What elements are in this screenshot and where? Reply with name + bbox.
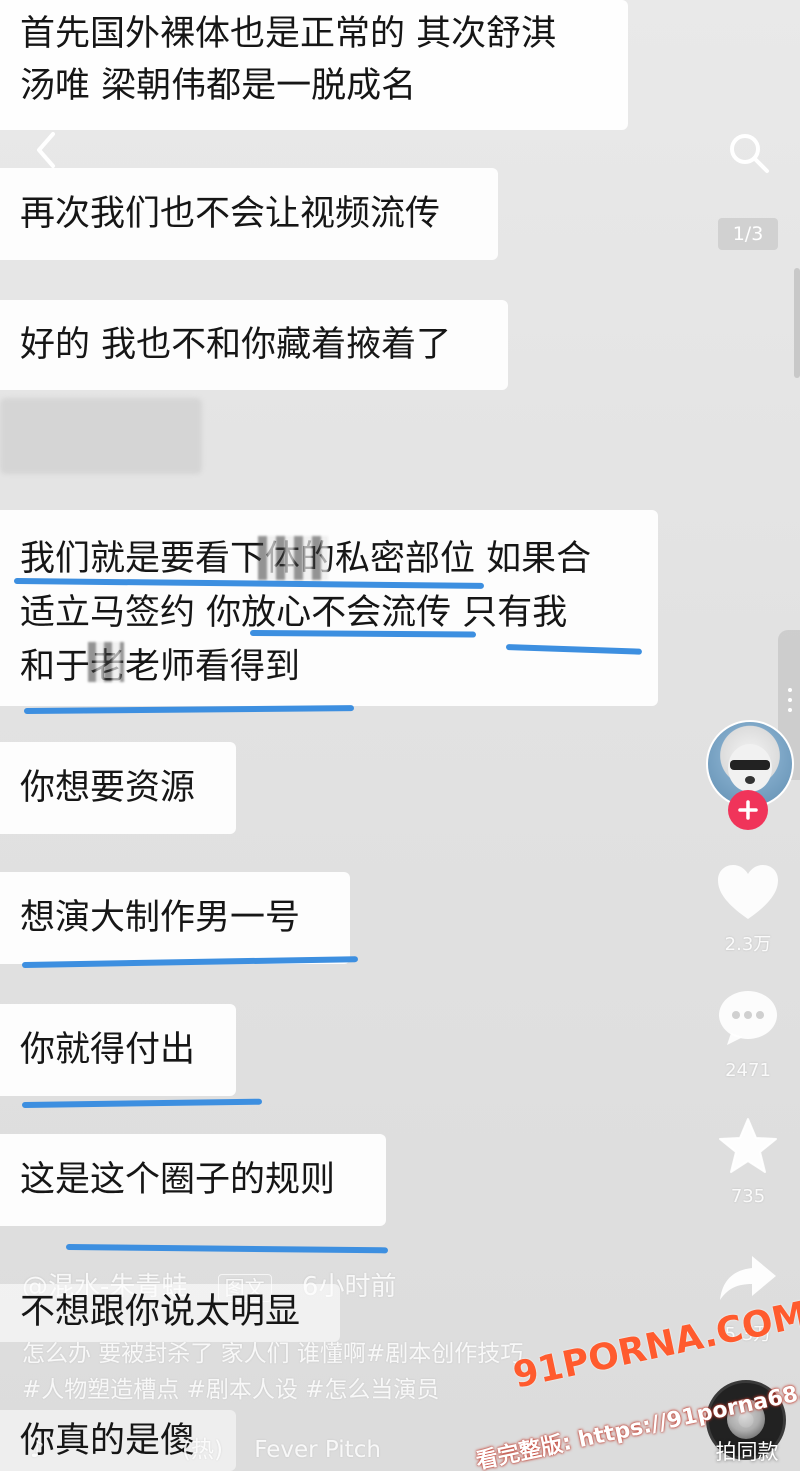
search-icon[interactable] xyxy=(722,126,776,180)
message-line: 这是这个圈子的规则 xyxy=(20,1160,336,1200)
chat-message: 这是这个圈子的规则 xyxy=(0,1134,386,1226)
share-arrow-icon[interactable] xyxy=(716,1248,780,1308)
remake-label[interactable]: 拍同款 xyxy=(704,1436,790,1466)
music-line[interactable]: ♪ (热) Fever Pitch xyxy=(30,1430,381,1464)
highlight-underline xyxy=(21,1098,263,1108)
music-prefix: (热) xyxy=(182,1437,223,1463)
message-line: 你想要资源 xyxy=(20,768,196,808)
star-icon[interactable] xyxy=(716,1114,780,1178)
highlight-underline xyxy=(65,1244,389,1254)
message-line: 我们就是要看下体的私密部位 如果合 xyxy=(20,539,592,579)
screen: 首先国外裸体也是正常的 其次舒淇 汤唯 梁朝伟都是一脱成名 1/3 再次我们也不… xyxy=(0,0,800,1471)
back-chevron-icon[interactable] xyxy=(24,128,68,172)
page-indicator: 1/3 xyxy=(718,218,778,250)
mosaic-patch xyxy=(88,642,124,682)
message-line: 你就得付出 xyxy=(20,1030,196,1070)
chat-message: 你想要资源 xyxy=(0,742,236,834)
chat-message: 首先国外裸体也是正常的 其次舒淇 汤唯 梁朝伟都是一脱成名 xyxy=(0,0,628,130)
music-title: Fever Pitch xyxy=(254,1437,381,1463)
like-count: 2.3万 xyxy=(724,934,772,955)
message-line: 不想跟你说太明显 xyxy=(20,1292,301,1332)
scroll-track[interactable] xyxy=(794,268,800,378)
comment-count: 2471 xyxy=(725,1060,771,1081)
heart-icon[interactable] xyxy=(712,858,784,926)
message-line: 好的 我也不和你藏着掖着了 xyxy=(20,325,452,365)
redacted-message xyxy=(0,398,202,474)
post-hashtags[interactable]: #人物塑造槽点 #剧本人设 #怎么当演员 xyxy=(22,1370,439,1404)
chat-message: 再次我们也不会让视频流传 xyxy=(0,168,498,260)
message-line: 再次我们也不会让视频流传 xyxy=(20,194,441,234)
chat-message: 想演大制作男一号 xyxy=(0,872,350,964)
message-line: 首先国外裸体也是正常的 其次舒淇 xyxy=(20,14,557,54)
post-caption: 怎么办 要被封杀了 家人们 谁懂啊#剧本创作技巧 xyxy=(22,1341,524,1367)
highlight-underline xyxy=(23,705,355,714)
mosaic-patch xyxy=(258,536,328,580)
favorite-count: 735 xyxy=(730,1186,766,1207)
comment-bubble-icon[interactable] xyxy=(714,986,782,1050)
message-line: 汤唯 梁朝伟都是一脱成名 xyxy=(20,66,417,106)
message-line: 想演大制作男一号 xyxy=(20,898,301,938)
chat-message: 你就得付出 xyxy=(0,1004,236,1096)
music-note-icon: ♪ xyxy=(30,1437,45,1463)
plus-icon[interactable] xyxy=(728,790,768,830)
chat-message: 好的 我也不和你藏着掖着了 xyxy=(0,300,508,390)
